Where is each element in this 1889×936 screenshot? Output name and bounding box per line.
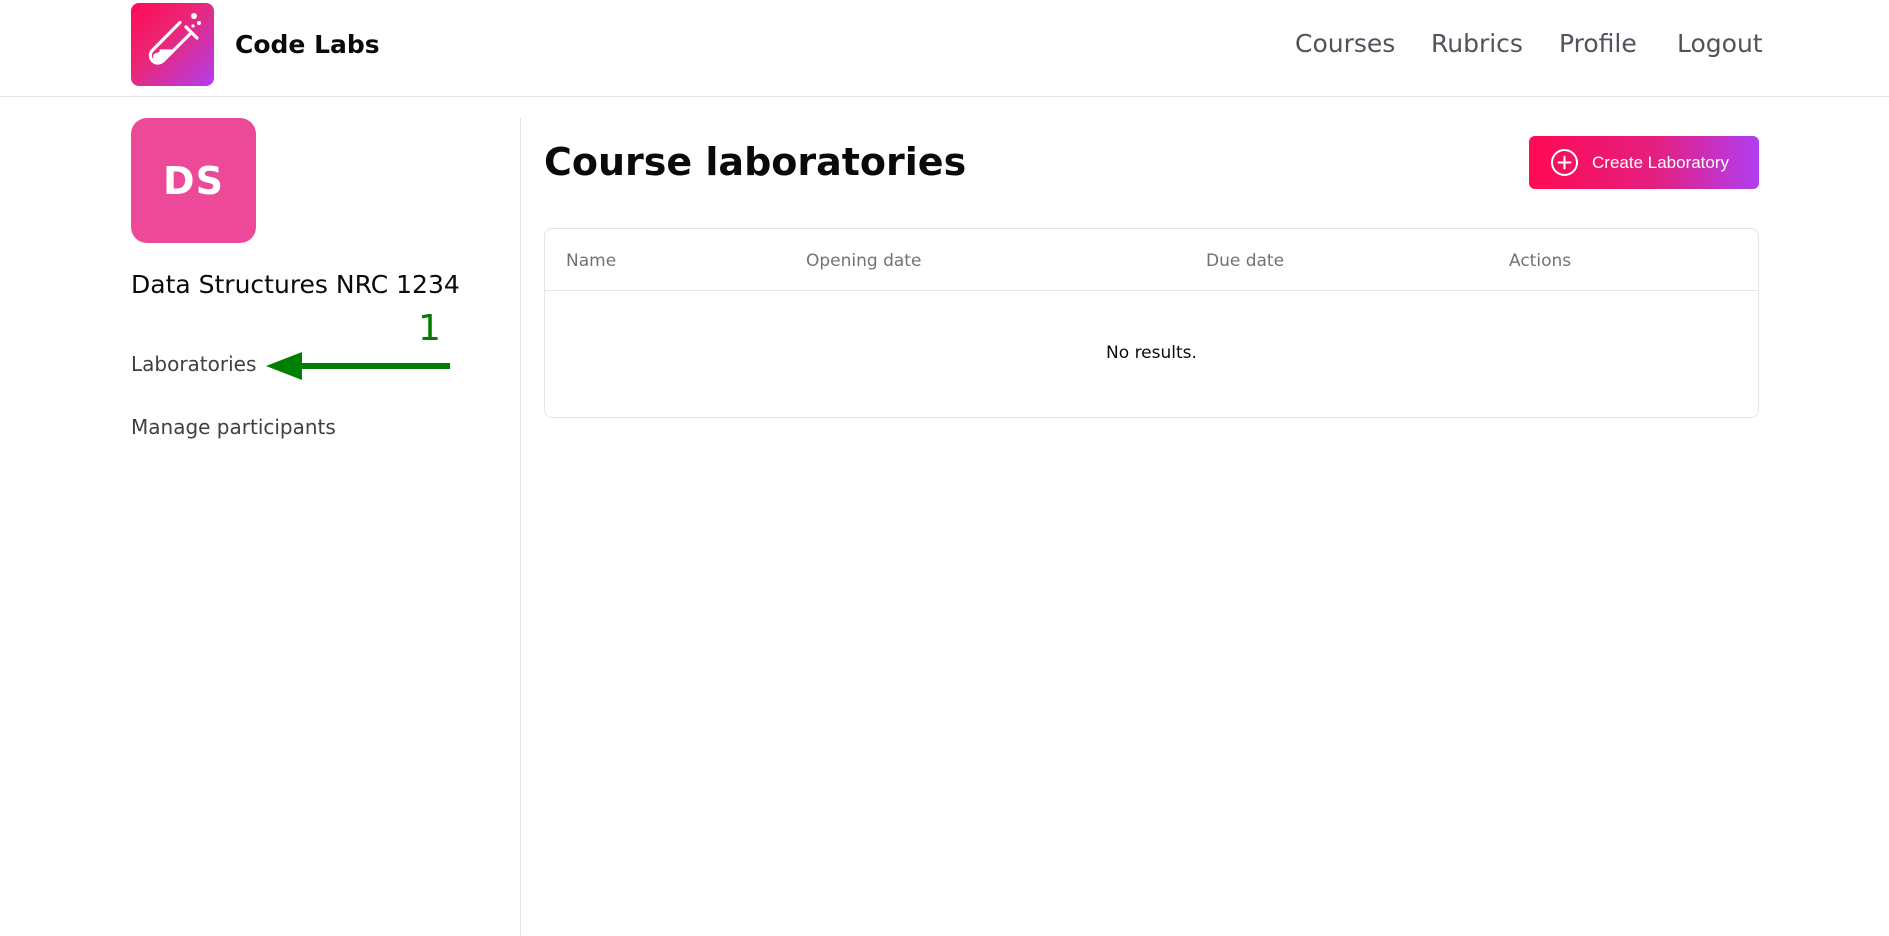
brand-name[interactable]: Code Labs [235, 30, 380, 59]
plus-circle-icon [1551, 149, 1578, 176]
course-name: Data Structures NRC 1234 [131, 270, 460, 299]
table-header: Name Opening date Due date Actions [545, 229, 1758, 291]
app-logo[interactable] [131, 3, 214, 86]
empty-state-message: No results. [1106, 343, 1197, 363]
arrow-left-icon [266, 352, 450, 380]
nav-courses[interactable]: Courses [1295, 29, 1395, 58]
laboratories-table: Name Opening date Due date Actions No re… [544, 228, 1759, 418]
column-header-due-date: Due date [1206, 251, 1285, 271]
page-title: Course laboratories [544, 140, 967, 184]
test-tube-icon [148, 13, 201, 65]
column-header-opening-date: Opening date [806, 251, 922, 271]
top-navbar: Code Labs Courses Rubrics Profile Logout [0, 0, 1889, 97]
create-laboratory-label: Create Laboratory [1592, 152, 1730, 172]
nav-rubrics[interactable]: Rubrics [1431, 29, 1523, 58]
column-header-actions: Actions [1509, 251, 1572, 271]
sidebar-item-laboratories[interactable]: Laboratories [131, 352, 256, 376]
annotation-number: 1 [418, 308, 441, 349]
column-header-name: Name [566, 251, 617, 271]
nav-profile[interactable]: Profile [1559, 29, 1637, 58]
nav-logout[interactable]: Logout [1677, 29, 1763, 58]
sidebar-divider [520, 118, 521, 936]
course-avatar: DS [131, 118, 256, 243]
create-laboratory-button[interactable]: Create Laboratory [1529, 136, 1759, 189]
sidebar-item-manage-participants[interactable]: Manage participants [131, 415, 336, 439]
